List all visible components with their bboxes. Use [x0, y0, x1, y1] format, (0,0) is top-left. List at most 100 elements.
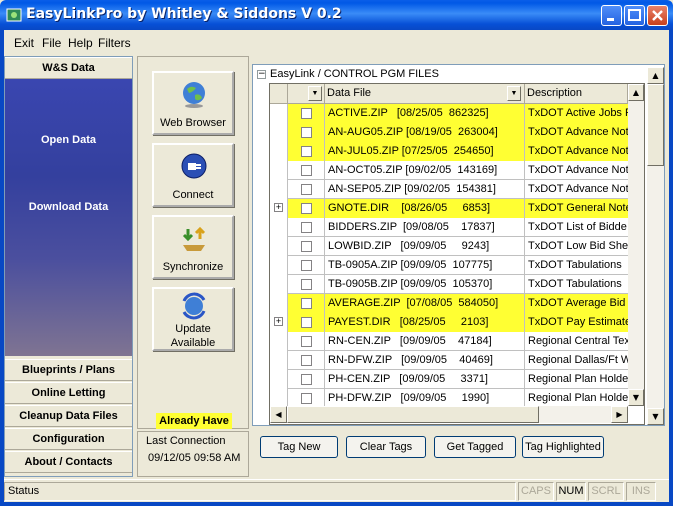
data-file-cell[interactable]: RN-CEN.ZIP [09/09/05 47184] [325, 332, 525, 351]
grid-horizontal-scrollbar[interactable]: ◀ ▶ [270, 406, 628, 423]
data-file-cell[interactable]: AVERAGE.ZIP [07/08/05 584050] [325, 294, 525, 313]
data-file-cell[interactable]: RN-DFW.ZIP [09/09/05 40469] [325, 351, 525, 370]
grid-scroll-left-button[interactable]: ◀ [270, 406, 287, 423]
data-file-cell[interactable]: ACTIVE.ZIP [08/25/05 862325] [325, 104, 525, 123]
description-cell[interactable]: TxDOT Average Bid [525, 294, 628, 313]
tag-checkbox[interactable] [301, 165, 312, 176]
tag-checkbox[interactable] [301, 184, 312, 195]
description-cell[interactable]: TxDOT Tabulations [525, 256, 628, 275]
grid-header-expand[interactable] [270, 84, 288, 104]
tree-root-label[interactable]: EasyLink / CONTROL PGM FILES [270, 68, 439, 80]
synchronize-button[interactable]: Synchronize [152, 215, 234, 279]
tag-checkbox[interactable] [301, 241, 312, 252]
tag-new-button[interactable]: Tag New [260, 436, 338, 458]
data-file-cell[interactable]: BIDDERS.ZIP [09/08/05 17837] [325, 218, 525, 237]
grid-scroll-up-button[interactable]: ▲ [628, 84, 644, 101]
data-file-cell[interactable]: AN-OCT05.ZIP [09/02/05 143169] [325, 161, 525, 180]
nav-header-online-letting[interactable]: Online Letting [5, 382, 132, 404]
row-expand-cell[interactable]: + [270, 313, 288, 332]
description-cell[interactable]: TxDOT Advance Note [525, 180, 628, 199]
grid-horizontal-thumb[interactable] [287, 406, 539, 423]
grid-vertical-scrollbar[interactable]: ▲ ▼ [628, 84, 644, 406]
grid-scroll-down-button[interactable]: ▼ [628, 389, 644, 406]
close-button[interactable] [647, 5, 668, 26]
dropdown-arrow-icon[interactable]: ▼ [308, 86, 322, 101]
data-file-cell[interactable]: AN-SEP05.ZIP [09/02/05 154381] [325, 180, 525, 199]
dropdown-arrow-icon[interactable]: ▼ [507, 86, 521, 101]
expand-plus-icon[interactable]: + [274, 317, 283, 326]
menu-filters[interactable]: Filters [98, 36, 131, 50]
nav-header-blueprints[interactable]: Blueprints / Plans [5, 359, 132, 381]
data-file-cell[interactable]: LOWBID.ZIP [09/09/05 9243] [325, 237, 525, 256]
description-cell[interactable]: TxDOT Advance Note [525, 161, 628, 180]
tag-checkbox[interactable] [301, 146, 312, 157]
table-row[interactable]: AN-OCT05.ZIP [09/02/05 143169] TxDOT Adva… [270, 161, 628, 180]
tag-checkbox[interactable] [301, 298, 312, 309]
description-cell[interactable]: TxDOT Tabulations [525, 275, 628, 294]
scroll-thumb[interactable] [647, 84, 664, 166]
panel-vertical-scrollbar[interactable]: ▲ ▼ [647, 67, 664, 425]
scroll-up-button[interactable]: ▲ [647, 67, 664, 84]
description-cell[interactable]: Regional Central Tex [525, 332, 628, 351]
nav-link-download-data[interactable]: Download Data [5, 201, 132, 213]
table-row[interactable]: TB-0905B.ZIP [09/09/05 105370] TxDOT Tabu… [270, 275, 628, 294]
tag-checkbox[interactable] [301, 127, 312, 138]
connect-button[interactable]: Connect [152, 143, 234, 207]
table-row[interactable]: RN-DFW.ZIP [09/09/05 40469] Regional Dall… [270, 351, 628, 370]
description-cell[interactable]: Regional Dallas/Ft W [525, 351, 628, 370]
tag-checkbox[interactable] [301, 393, 312, 404]
menu-exit[interactable]: Exit [14, 36, 34, 50]
tag-highlighted-button[interactable]: Tag Highlighted [522, 436, 604, 458]
tag-checkbox[interactable] [301, 222, 312, 233]
web-browser-button[interactable]: Web Browser [152, 71, 234, 135]
data-file-cell[interactable]: AN-AUG05.ZIP [08/19/05 263004] [325, 123, 525, 142]
description-cell[interactable]: TxDOT Advance Note [525, 142, 628, 161]
nav-header-about[interactable]: About / Contacts [5, 451, 132, 473]
nav-header-configuration[interactable]: Configuration [5, 428, 132, 450]
tree-collapse-toggle[interactable]: − [257, 70, 266, 79]
menu-help[interactable]: Help [68, 36, 93, 50]
table-row[interactable]: ACTIVE.ZIP [08/25/05 862325] TxDOT Active… [270, 104, 628, 123]
update-available-button[interactable]: Update Available [152, 287, 234, 351]
description-cell[interactable]: TxDOT Advance Note [525, 123, 628, 142]
tag-checkbox[interactable] [301, 260, 312, 271]
table-row[interactable]: + PAYEST.DIR [08/25/05 2103] TxDOT Pay Est… [270, 313, 628, 332]
scroll-down-button[interactable]: ▼ [647, 408, 664, 425]
tag-checkbox[interactable] [301, 108, 312, 119]
data-file-cell[interactable]: PH-CEN.ZIP [09/09/05 3371] [325, 370, 525, 389]
table-row[interactable]: AVERAGE.ZIP [07/08/05 584050] TxDOT Avera… [270, 294, 628, 313]
table-row[interactable]: + GNOTE.DIR [08/26/05 6853] TxDOT General … [270, 199, 628, 218]
description-cell[interactable]: TxDOT General Note [525, 199, 628, 218]
table-row[interactable]: LOWBID.ZIP [09/09/05 9243] TxDOT Low Bid … [270, 237, 628, 256]
data-file-cell[interactable]: AN-JUL05.ZIP [07/25/05 254650] [325, 142, 525, 161]
expand-plus-icon[interactable]: + [274, 203, 283, 212]
description-cell[interactable]: TxDOT Active Jobs R [525, 104, 628, 123]
data-file-cell[interactable]: TB-0905A.ZIP [09/09/05 107775] [325, 256, 525, 275]
grid-header-description[interactable]: Description [525, 84, 628, 104]
nav-link-open-data[interactable]: Open Data [5, 134, 132, 146]
get-tagged-button[interactable]: Get Tagged [434, 436, 516, 458]
table-row[interactable]: TB-0905A.ZIP [09/09/05 107775] TxDOT Tabu… [270, 256, 628, 275]
description-cell[interactable]: Regional Plan Holders [525, 370, 628, 389]
data-file-cell[interactable]: GNOTE.DIR [08/26/05 6853] [325, 199, 525, 218]
grid-scroll-right-button[interactable]: ▶ [611, 406, 628, 423]
tag-checkbox[interactable] [301, 374, 312, 385]
table-row[interactable]: AN-JUL05.ZIP [07/25/05 254650] TxDOT Adva… [270, 142, 628, 161]
table-row[interactable]: BIDDERS.ZIP [09/08/05 17837] TxDOT List o… [270, 218, 628, 237]
data-file-cell[interactable]: TB-0905B.ZIP [09/09/05 105370] [325, 275, 525, 294]
description-cell[interactable]: TxDOT List of Bidde [525, 218, 628, 237]
tag-checkbox[interactable] [301, 355, 312, 366]
maximize-button[interactable] [624, 5, 645, 26]
nav-header-cleanup[interactable]: Cleanup Data Files [5, 405, 132, 427]
table-row[interactable]: AN-SEP05.ZIP [09/02/05 154381] TxDOT Adva… [270, 180, 628, 199]
tag-checkbox[interactable] [301, 336, 312, 347]
title-bar[interactable]: EasyLinkPro by Whitley & Siddons V 0.2 [0, 0, 673, 30]
grid-header-data-file[interactable]: Data File ▼ [325, 84, 525, 104]
tag-checkbox[interactable] [301, 279, 312, 290]
table-row[interactable]: AN-AUG05.ZIP [08/19/05 263004] TxDOT Adva… [270, 123, 628, 142]
menu-file[interactable]: File [42, 36, 61, 50]
minimize-button[interactable] [601, 5, 622, 26]
table-row[interactable]: RN-CEN.ZIP [09/09/05 47184] Regional Cent… [270, 332, 628, 351]
data-file-cell[interactable]: PAYEST.DIR [08/25/05 2103] [325, 313, 525, 332]
tag-checkbox[interactable] [301, 317, 312, 328]
